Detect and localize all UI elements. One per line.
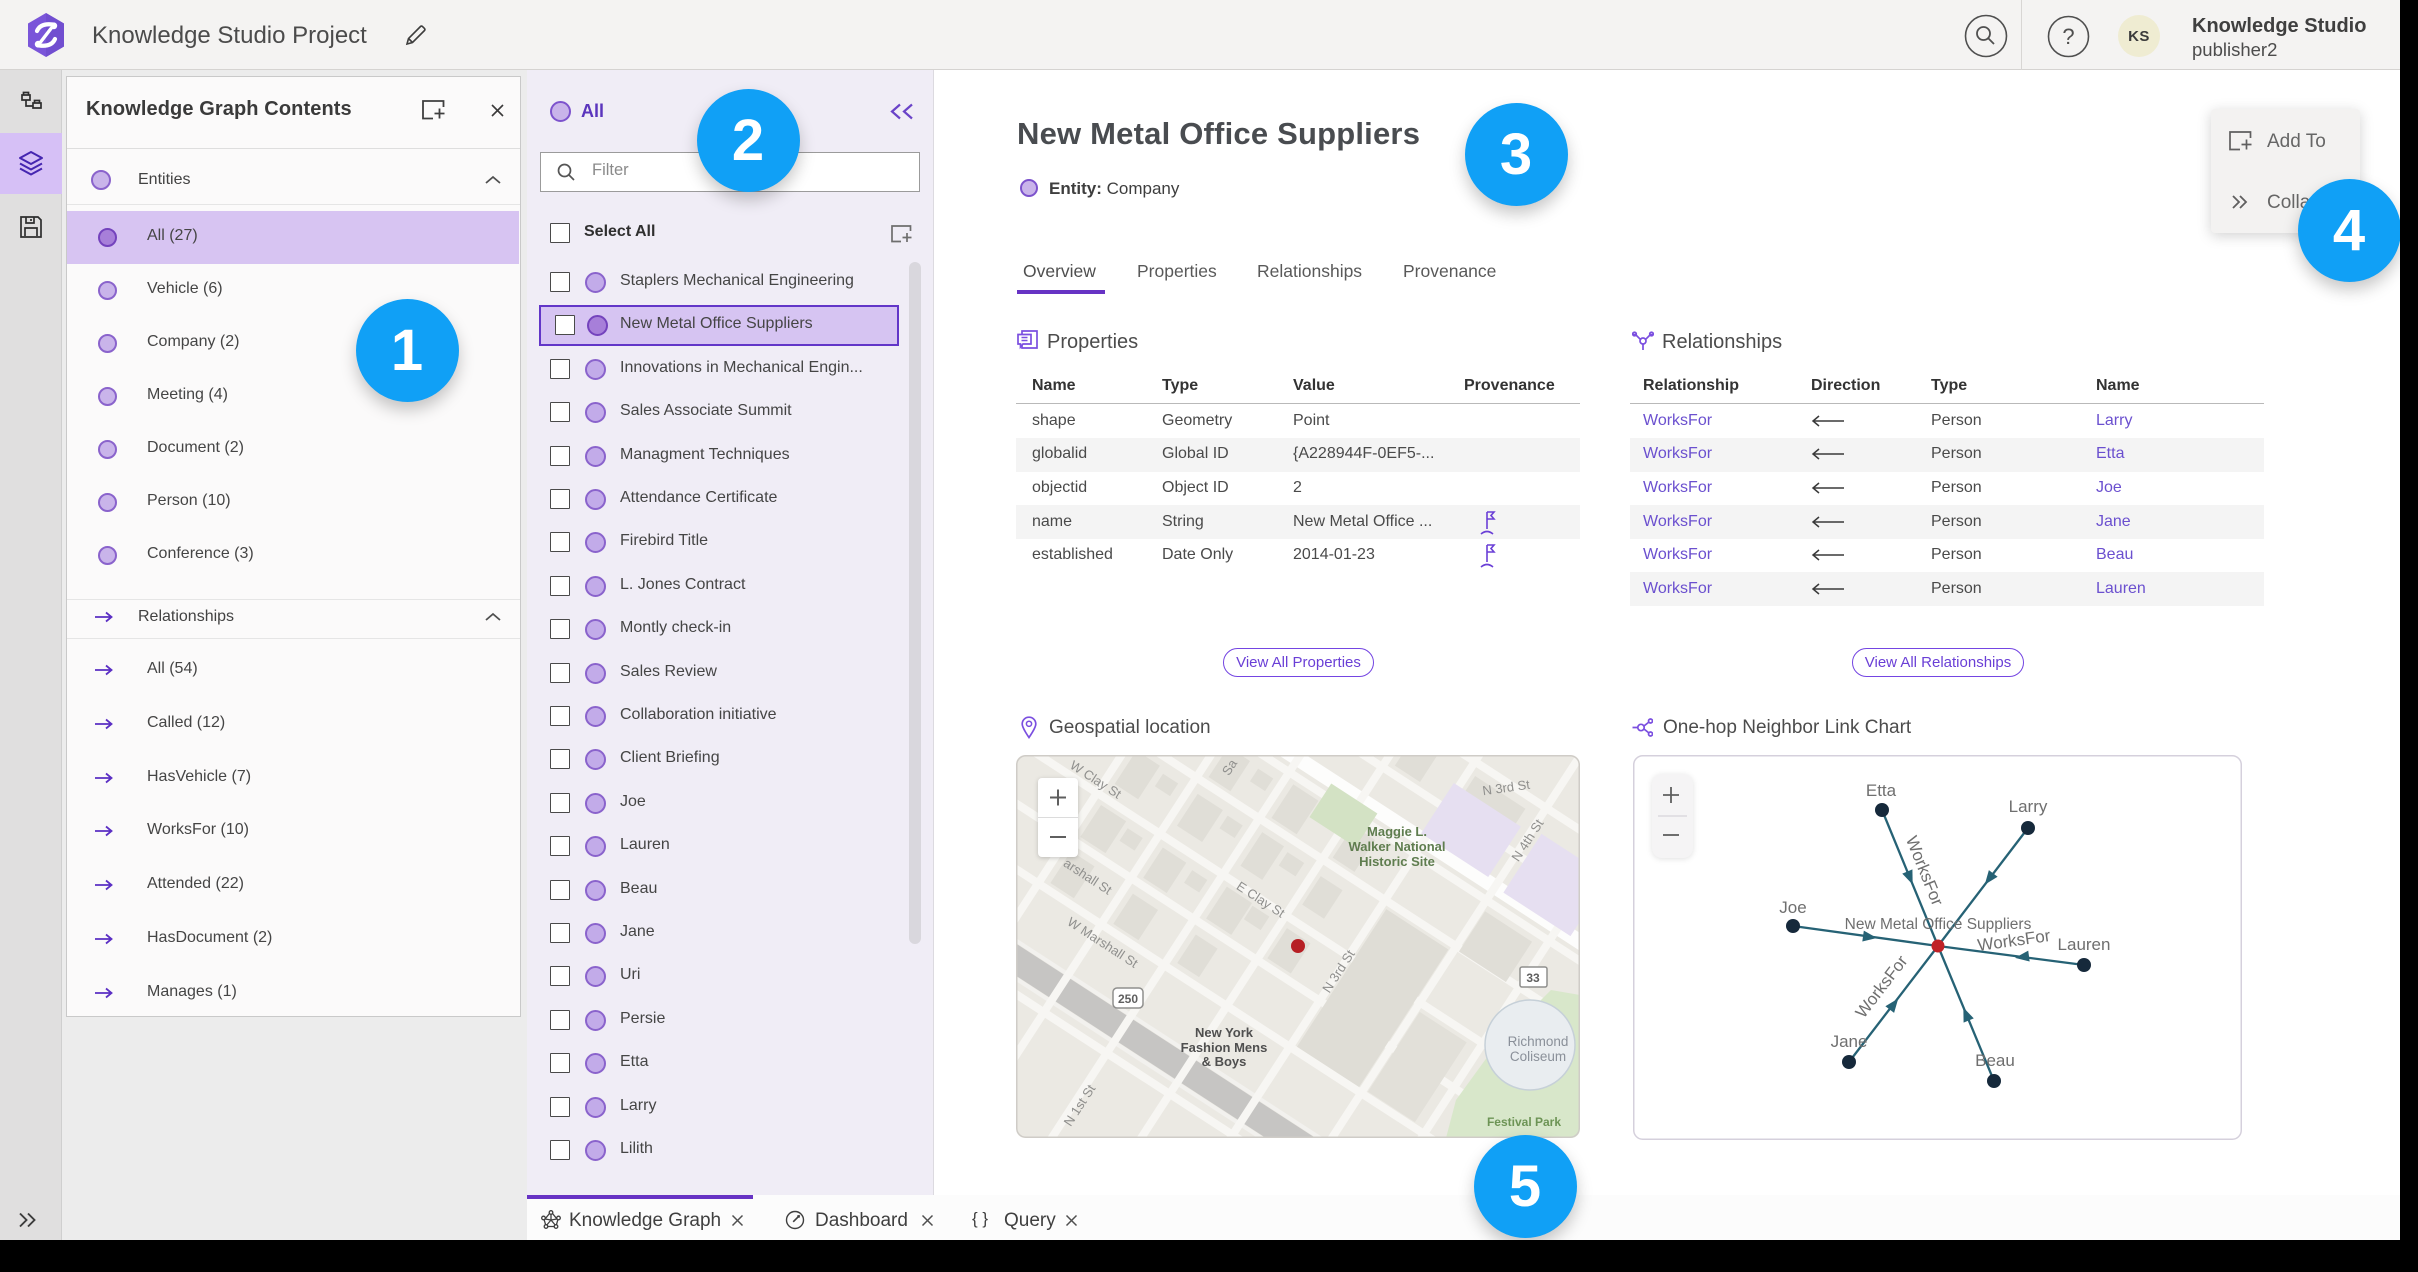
svg-text:Fashion Mens: Fashion Mens — [1181, 1040, 1268, 1055]
svg-text:New York: New York — [1195, 1025, 1254, 1040]
svg-text:Lauren: Lauren — [2058, 935, 2111, 954]
svg-text:Historic Site: Historic Site — [1359, 854, 1435, 869]
svg-text:Richmond: Richmond — [1508, 1034, 1569, 1049]
svg-text:Jane: Jane — [1831, 1032, 1868, 1051]
svg-text:New Metal Office Suppliers: New Metal Office Suppliers — [1845, 916, 2032, 933]
svg-text:33: 33 — [1526, 971, 1540, 985]
svg-text:Festival Park: Festival Park — [1487, 1115, 1561, 1129]
svg-text:Joe: Joe — [1779, 898, 1806, 917]
svg-text:Coliseum: Coliseum — [1510, 1049, 1566, 1064]
svg-text:Etta: Etta — [1866, 781, 1897, 800]
svg-text:Beau: Beau — [1975, 1051, 2015, 1070]
svg-text:?: ? — [2062, 24, 2074, 49]
svg-text:Larry: Larry — [2009, 797, 2048, 816]
svg-text:Walker National: Walker National — [1348, 839, 1445, 854]
svg-text:Maggie L.: Maggie L. — [1367, 824, 1427, 839]
svg-text:250: 250 — [1118, 992, 1138, 1006]
svg-text:& Boys: & Boys — [1202, 1054, 1247, 1069]
